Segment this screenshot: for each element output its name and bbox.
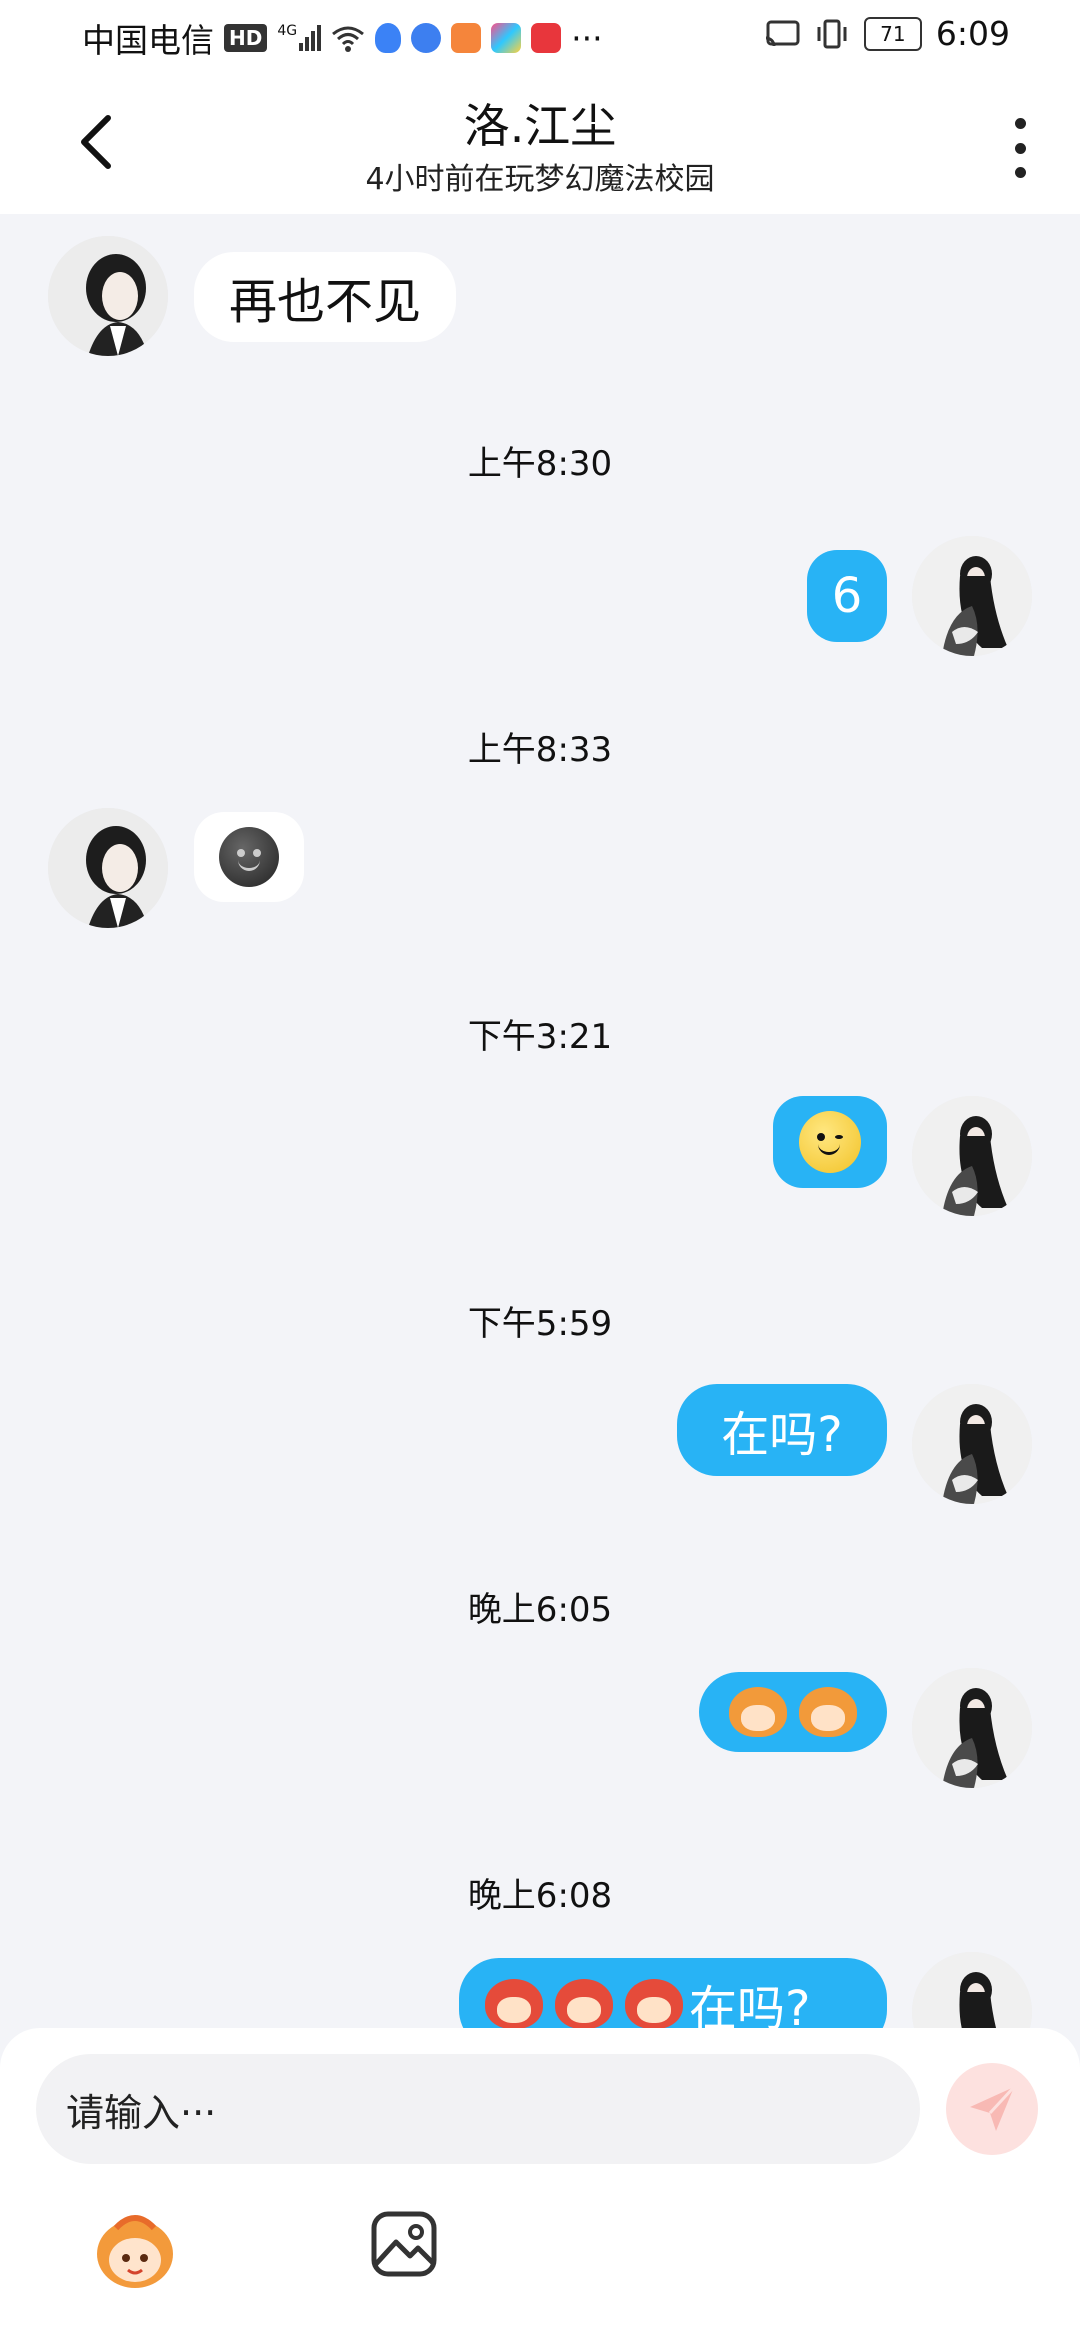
my-avatar[interactable] (912, 1384, 1032, 1504)
input-bar: 请输入··· (0, 2028, 1080, 2340)
vibrate-icon (817, 19, 847, 48)
message-bubble[interactable]: 在吗? (459, 1958, 887, 2028)
more-options-icon[interactable] (1010, 118, 1030, 178)
send-button[interactable] (946, 2063, 1038, 2155)
angry-sticker-emoji (555, 1979, 613, 2028)
contact-avatar[interactable] (48, 808, 168, 928)
smirk-face-emoji (799, 1111, 861, 1173)
huawei-app-icon (531, 23, 562, 53)
timestamp: 晚上6:05 (467, 1590, 613, 1630)
status-bar: 中国电信 HD 4G ··· 71 6:09 (0, 0, 1080, 72)
network-type-label: 4G (277, 23, 298, 39)
contact-status: 4小时前在玩梦幻魔法校园 (365, 162, 715, 197)
message-bubble[interactable]: 在吗? (677, 1384, 887, 1476)
message-bubble[interactable] (773, 1096, 887, 1188)
my-avatar[interactable] (912, 1096, 1032, 1216)
message-row: 再也不见 (0, 234, 1080, 364)
monkey-sticker-emoji (799, 1687, 857, 1737)
battery-level: 71 (880, 21, 906, 46)
timestamp: 下午5:59 (467, 1304, 613, 1344)
chat-header: 洛.江尘 4小时前在玩梦幻魔法校园 (0, 72, 1080, 214)
browser-app-icon (411, 23, 442, 53)
image-icon[interactable] (370, 2210, 438, 2278)
battery-icon: 71 (863, 16, 922, 51)
message-row (0, 806, 1080, 936)
store-app-icon (491, 23, 522, 53)
my-avatar[interactable] (912, 1668, 1032, 1788)
contact-name: 洛.江尘 (463, 99, 617, 153)
hd-badge: HD (224, 24, 268, 52)
signal-icon: 4G (277, 23, 322, 51)
message-row: 在吗? (0, 1952, 1080, 2028)
wifi-icon (332, 26, 365, 52)
carrier-label: 中国电信 (82, 21, 214, 60)
message-text: 再也不见 (228, 274, 421, 330)
video-app-icon (451, 23, 482, 53)
send-icon (970, 2085, 1016, 2131)
message-text: 在吗? (721, 1407, 843, 1463)
message-list[interactable]: 再也不见 上午8:30 6 上午8:33 下午3:21 下午5:59 在吗? 晚… (0, 214, 1080, 2028)
status-left: 中国电信 HD 4G ··· (82, 14, 603, 62)
monkey-sticker-emoji (729, 1687, 787, 1737)
timestamp: 晚上6:08 (467, 1876, 613, 1916)
input-placeholder: 请输入··· (66, 2090, 217, 2135)
angry-sticker-emoji (625, 1979, 683, 2028)
shield-app-icon (375, 23, 402, 53)
message-row (0, 1094, 1080, 1224)
message-row: 6 (0, 520, 1080, 656)
message-bubble[interactable]: 再也不见 (194, 252, 456, 342)
cast-icon (765, 20, 800, 46)
dark-smile-face-emoji (219, 827, 279, 887)
message-bubble[interactable] (699, 1672, 887, 1752)
timestamp: 上午8:30 (467, 444, 613, 484)
message-bubble[interactable]: 6 (807, 550, 887, 642)
message-bubble[interactable] (194, 812, 304, 902)
clock: 6:09 (935, 14, 1010, 53)
message-row: 在吗? (0, 1380, 1080, 1510)
more-notifications-label: ··· (571, 18, 603, 58)
timestamp: 下午3:21 (467, 1017, 613, 1057)
timestamp: 上午8:33 (467, 730, 613, 770)
message-text: 在吗? (689, 1981, 811, 2028)
my-avatar[interactable] (912, 536, 1032, 656)
angry-sticker-emoji (485, 1979, 543, 2028)
message-input[interactable]: 请输入··· (36, 2054, 920, 2164)
message-row (0, 1666, 1080, 1796)
my-avatar[interactable] (912, 1952, 1032, 2028)
contact-avatar[interactable] (48, 236, 168, 356)
status-right: 71 6:09 (764, 14, 1010, 53)
message-text: 6 (831, 568, 863, 624)
sticker-icon[interactable] (90, 2208, 180, 2292)
